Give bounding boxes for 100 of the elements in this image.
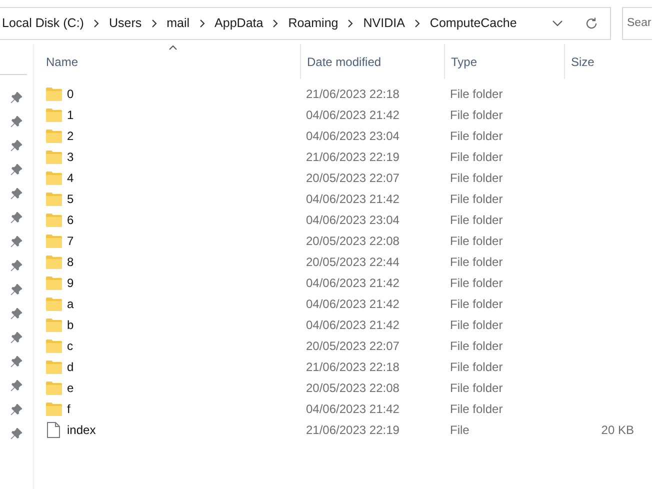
folder-icon bbox=[46, 338, 62, 352]
chevron-right-icon bbox=[414, 18, 421, 28]
date-modified: 20/05/2023 22:08 bbox=[305, 232, 400, 250]
file-type: File folder bbox=[449, 296, 504, 312]
document-icon bbox=[47, 422, 60, 438]
file-name: 0 bbox=[67, 86, 74, 102]
file-row[interactable]: 5 04/06/2023 21:42 File folder bbox=[46, 188, 653, 209]
breadcrumb-item[interactable]: NVIDIA bbox=[363, 14, 405, 32]
file-type: File folder bbox=[449, 358, 504, 376]
pin-icon[interactable] bbox=[11, 284, 22, 294]
column-header[interactable]: Size bbox=[564, 44, 636, 79]
folder-icon bbox=[46, 150, 62, 164]
pin-icon[interactable] bbox=[11, 140, 22, 150]
file-size: 20 KB bbox=[601, 422, 634, 438]
date-modified: 04/06/2023 21:42 bbox=[305, 190, 400, 208]
address-bar[interactable]: Local Disk (C:) Users mail AppData Roaming NVIDIA ComputeCache bbox=[0, 6, 611, 40]
file-type: File folder bbox=[449, 170, 504, 186]
file-type: File folder bbox=[449, 106, 504, 124]
date-modified: 04/06/2023 21:42 bbox=[305, 296, 400, 312]
file-row[interactable]: 9 04/06/2023 21:42 File folder bbox=[46, 272, 653, 293]
pin-icon[interactable] bbox=[11, 260, 22, 270]
date-modified: 20/05/2023 22:08 bbox=[305, 380, 400, 396]
column-header[interactable]: Type bbox=[444, 44, 564, 79]
date-modified: 20/05/2023 22:07 bbox=[305, 338, 400, 354]
file-type: File folder bbox=[449, 400, 504, 418]
folder-icon bbox=[46, 318, 62, 332]
file-row[interactable]: c 20/05/2023 22:07 File folder bbox=[46, 335, 653, 356]
column-header[interactable]: Name bbox=[46, 44, 300, 79]
date-modified: 04/06/2023 21:42 bbox=[305, 400, 400, 418]
pin-icon[interactable] bbox=[11, 212, 22, 222]
search-field[interactable]: Sear bbox=[622, 6, 652, 40]
file-row[interactable]: 2 04/06/2023 23:04 File folder bbox=[46, 125, 653, 146]
breadcrumb-item[interactable]: ComputeCache bbox=[430, 14, 517, 32]
pin-icon[interactable] bbox=[11, 188, 22, 198]
pin-icon[interactable] bbox=[11, 356, 22, 366]
file-type: File folder bbox=[449, 148, 504, 166]
file-type: File folder bbox=[449, 274, 504, 292]
file-name: 6 bbox=[67, 212, 74, 228]
refresh-icon[interactable] bbox=[585, 16, 598, 30]
file-type: File folder bbox=[449, 232, 504, 250]
file-row[interactable]: 8 20/05/2023 22:44 File folder bbox=[46, 251, 653, 272]
date-modified: 04/06/2023 21:42 bbox=[305, 274, 400, 292]
pin-icon[interactable] bbox=[11, 164, 22, 174]
file-row[interactable]: 6 04/06/2023 23:04 File folder bbox=[46, 209, 653, 230]
folder-icon bbox=[46, 254, 62, 268]
file-row[interactable]: 0 21/06/2023 22:18 File folder bbox=[46, 83, 653, 104]
date-modified: 20/05/2023 22:44 bbox=[305, 254, 400, 270]
file-name: d bbox=[67, 358, 74, 376]
chevron-right-icon bbox=[92, 18, 100, 28]
file-type: File folder bbox=[449, 254, 504, 270]
folder-icon bbox=[46, 86, 62, 100]
file-name: 7 bbox=[67, 232, 74, 250]
column-header[interactable]: Date modified bbox=[300, 44, 444, 79]
file-row[interactable]: index 21/06/2023 22:19 File 20 KB bbox=[46, 419, 653, 440]
date-modified: 21/06/2023 22:19 bbox=[305, 148, 400, 166]
pin-icon[interactable] bbox=[11, 380, 22, 390]
date-modified: 04/06/2023 21:42 bbox=[305, 316, 400, 334]
file-row[interactable]: d 21/06/2023 22:18 File folder bbox=[46, 356, 653, 377]
file-row[interactable]: 7 20/05/2023 22:08 File folder bbox=[46, 230, 653, 251]
breadcrumb-item[interactable]: mail bbox=[166, 14, 190, 32]
folder-icon bbox=[46, 380, 62, 394]
chevron-right-icon bbox=[198, 18, 206, 28]
chevron-right-icon bbox=[347, 18, 354, 28]
file-name: 3 bbox=[67, 148, 74, 166]
pin-icon[interactable] bbox=[11, 404, 22, 414]
file-name: a bbox=[67, 296, 74, 312]
file-name: 8 bbox=[67, 254, 74, 270]
pin-icon[interactable] bbox=[11, 92, 22, 102]
breadcrumb-item[interactable]: Roaming bbox=[288, 14, 338, 32]
chevron-right-icon bbox=[272, 18, 280, 28]
file-name: b bbox=[67, 316, 74, 334]
date-modified: 21/06/2023 22:18 bbox=[305, 358, 400, 376]
file-row[interactable]: 3 21/06/2023 22:19 File folder bbox=[46, 146, 653, 167]
folder-icon bbox=[46, 402, 62, 416]
file-row[interactable]: a 04/06/2023 21:42 File folder bbox=[46, 293, 653, 314]
file-type: File folder bbox=[449, 380, 504, 396]
folder-icon bbox=[46, 108, 62, 122]
breadcrumb-item[interactable]: Users bbox=[108, 14, 142, 32]
file-type: File folder bbox=[449, 190, 504, 208]
file-row[interactable]: b 04/06/2023 21:42 File folder bbox=[46, 314, 653, 335]
breadcrumb-item[interactable]: Local Disk (C:) bbox=[2, 14, 84, 32]
pin-icon[interactable] bbox=[11, 308, 22, 318]
file-row[interactable]: e 20/05/2023 22:08 File folder bbox=[46, 377, 653, 398]
dropdown-chevron-icon[interactable] bbox=[552, 20, 563, 26]
breadcrumb-item[interactable]: AppData bbox=[214, 14, 264, 32]
file-row[interactable]: 1 04/06/2023 21:42 File folder bbox=[46, 104, 653, 125]
pin-icon[interactable] bbox=[11, 428, 22, 438]
folder-icon bbox=[46, 296, 62, 310]
file-type: File folder bbox=[449, 338, 504, 354]
date-modified: 04/06/2023 23:04 bbox=[305, 212, 400, 228]
file-name: 9 bbox=[67, 274, 74, 292]
file-row[interactable]: 4 20/05/2023 22:07 File folder bbox=[46, 167, 653, 188]
folder-icon bbox=[46, 170, 62, 184]
file-type: File folder bbox=[449, 316, 504, 334]
file-type: File bbox=[449, 422, 470, 438]
pin-icon[interactable] bbox=[11, 332, 22, 342]
pin-icon[interactable] bbox=[11, 116, 22, 126]
pin-icon[interactable] bbox=[11, 236, 22, 246]
file-type: File folder bbox=[449, 86, 504, 102]
file-row[interactable]: f 04/06/2023 21:42 File folder bbox=[46, 398, 653, 419]
